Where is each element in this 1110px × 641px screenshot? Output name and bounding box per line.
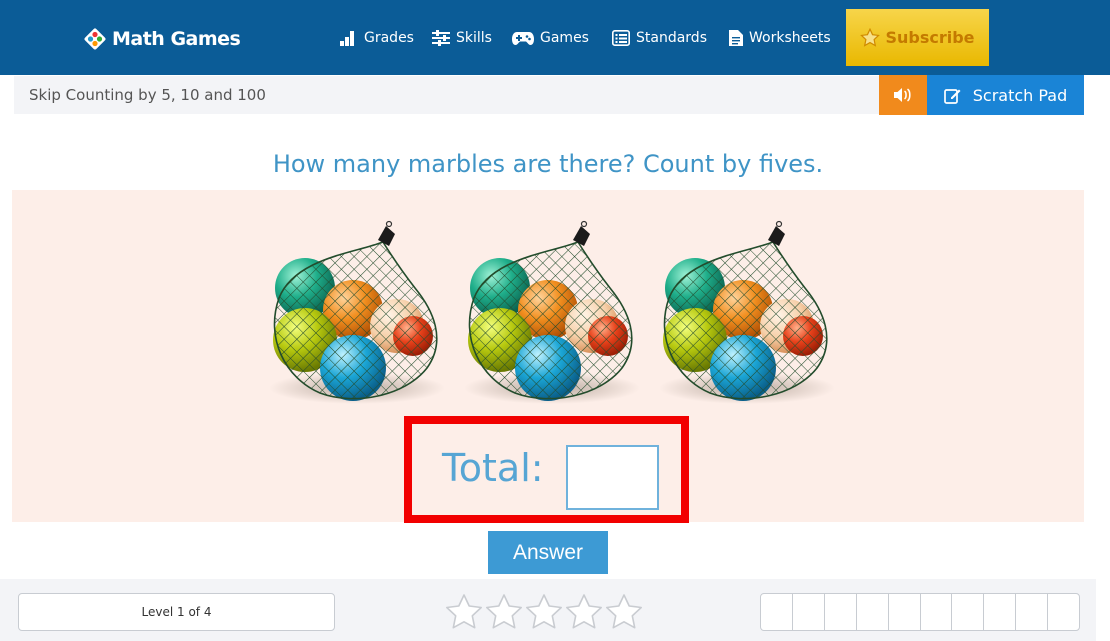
star-outline-icon bbox=[606, 594, 642, 629]
question-text: How many marbles are there? Count by fiv… bbox=[272, 150, 824, 178]
bar-chart-icon bbox=[340, 31, 354, 46]
progress-tracker bbox=[760, 593, 1080, 631]
star-outline-icon bbox=[446, 594, 482, 629]
answer-button[interactable]: Answer bbox=[488, 531, 608, 574]
nav-label: Games bbox=[540, 30, 589, 46]
nav-grades[interactable]: Grades bbox=[340, 24, 414, 52]
top-nav-bar: Math Games Grades Skills Games Standards… bbox=[0, 0, 1110, 75]
subscribe-button[interactable]: Subscribe bbox=[846, 9, 989, 66]
total-label: Total: bbox=[442, 446, 544, 490]
page-title: Skip Counting by 5, 10 and 100 bbox=[29, 86, 266, 104]
progress-cell bbox=[1016, 594, 1049, 630]
document-icon bbox=[729, 30, 743, 46]
nav-standards[interactable]: Standards bbox=[612, 24, 707, 52]
sliders-icon bbox=[432, 30, 450, 46]
nav-worksheets[interactable]: Worksheets bbox=[729, 24, 831, 52]
progress-cell bbox=[857, 594, 889, 630]
speaker-icon bbox=[894, 88, 911, 102]
math-games-logo[interactable]: Math Games bbox=[83, 24, 241, 54]
nav-games[interactable]: Games bbox=[512, 24, 589, 52]
nav-label: Skills bbox=[456, 30, 492, 46]
total-highlight-frame: Total: bbox=[404, 416, 689, 523]
nav-label: Worksheets bbox=[749, 30, 831, 46]
level-text: Level 1 of 4 bbox=[141, 605, 212, 619]
subscribe-label: Subscribe bbox=[885, 28, 975, 47]
edit-icon bbox=[943, 88, 961, 104]
progress-cell bbox=[952, 594, 985, 630]
nav-label: Grades bbox=[364, 30, 414, 46]
marble-bag-2 bbox=[464, 220, 640, 404]
star-outline-icon bbox=[526, 594, 562, 629]
sound-button[interactable] bbox=[879, 75, 927, 115]
star-rating bbox=[444, 592, 644, 634]
scratch-pad-button[interactable]: Scratch Pad bbox=[927, 75, 1084, 115]
gamepad-icon bbox=[512, 32, 534, 45]
nav-skills[interactable]: Skills bbox=[432, 24, 492, 52]
logo-diamond-icon bbox=[84, 28, 106, 50]
progress-cell bbox=[889, 594, 921, 630]
level-indicator: Level 1 of 4 bbox=[18, 593, 335, 631]
total-answer-input[interactable] bbox=[566, 445, 659, 510]
progress-cell bbox=[921, 594, 953, 630]
progress-cell bbox=[793, 594, 825, 630]
star-outline-icon bbox=[566, 594, 602, 629]
marble-bag-3 bbox=[659, 220, 835, 404]
star-outline-icon bbox=[486, 594, 522, 629]
nav-label: Standards bbox=[636, 30, 707, 46]
progress-cell bbox=[761, 594, 793, 630]
progress-cell bbox=[984, 594, 1017, 630]
star-outline-icon bbox=[860, 28, 881, 47]
progress-cell bbox=[825, 594, 857, 630]
marble-bag-1 bbox=[269, 220, 445, 404]
logo-text: Math Games bbox=[112, 28, 241, 50]
list-icon bbox=[612, 30, 630, 46]
scratch-pad-label: Scratch Pad bbox=[972, 85, 1068, 105]
progress-cell bbox=[1048, 594, 1079, 630]
